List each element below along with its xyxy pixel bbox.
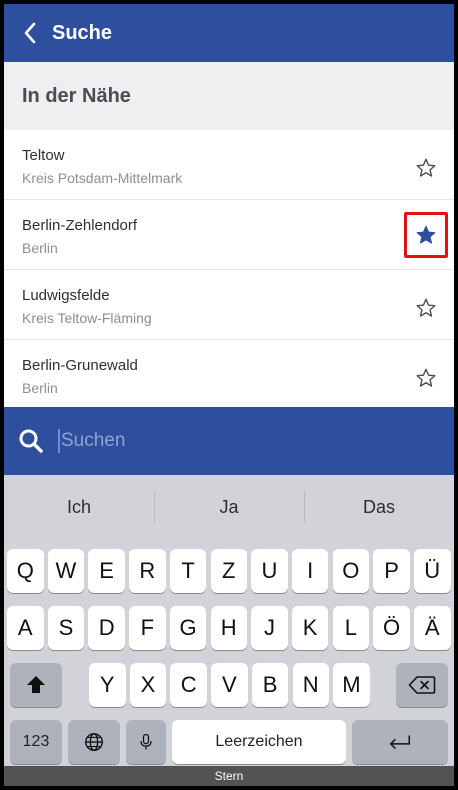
key-u[interactable]: U	[251, 549, 288, 593]
favorite-star-button[interactable]	[404, 212, 448, 258]
key-e[interactable]: E	[88, 549, 125, 593]
suggestion-item[interactable]: Ich	[4, 497, 154, 518]
return-key[interactable]	[352, 720, 448, 764]
key-s[interactable]: S	[47, 606, 85, 650]
star-outline-icon	[416, 368, 436, 387]
delete-key[interactable]	[396, 663, 448, 707]
key-j[interactable]: J	[251, 606, 288, 650]
suggestion-item[interactable]: Das	[304, 490, 454, 523]
key-row-4: 123 Leerzeichen	[4, 720, 454, 766]
onscreen-keyboard: Ich Ja Das QWERTZUIOPÜ ASDFGHJKLÖÄ YXCVB…	[4, 475, 454, 786]
caption-label: Stern	[4, 766, 454, 786]
place-name: Berlin-Grunewald	[22, 357, 138, 374]
key-i[interactable]: I	[291, 549, 329, 593]
key-n[interactable]: N	[292, 663, 329, 707]
place-name: Teltow	[22, 147, 65, 164]
place-name: Berlin-Zehlendorf	[22, 217, 138, 234]
backspace-icon	[408, 676, 436, 694]
chevron-left-icon	[24, 22, 36, 44]
list-item[interactable]: Teltow Kreis Potsdam-Mittelmark	[4, 130, 454, 200]
search-bar[interactable]	[4, 407, 454, 475]
key-c[interactable]: C	[170, 663, 207, 707]
key-row-1: QWERTZUIOPÜ	[4, 549, 454, 595]
star-outline-icon	[416, 298, 436, 317]
key-ü[interactable]: Ü	[414, 549, 451, 593]
section-header-nearby: In der Nähe	[4, 62, 454, 130]
key-v[interactable]: V	[211, 663, 248, 707]
key-b[interactable]: B	[251, 663, 289, 707]
search-input[interactable]	[61, 430, 361, 452]
page-title: Suche	[52, 21, 113, 44]
shift-key[interactable]	[10, 663, 62, 707]
key-row-2: ASDFGHJKLÖÄ	[4, 606, 454, 652]
suggestion-item[interactable]: Ja	[154, 490, 304, 523]
key-h[interactable]: H	[210, 606, 247, 650]
space-key[interactable]: Leerzeichen	[172, 720, 346, 764]
favorite-star-button[interactable]	[408, 360, 444, 396]
favorite-star-button[interactable]	[408, 290, 444, 326]
key-l[interactable]: L	[332, 606, 370, 650]
key-o[interactable]: O	[332, 549, 370, 593]
place-region: Berlin	[22, 240, 58, 256]
list-item[interactable]: Berlin-Zehlendorf Berlin	[4, 200, 454, 270]
microphone-icon	[140, 733, 152, 750]
key-z[interactable]: Z	[210, 549, 247, 593]
key-f[interactable]: F	[129, 606, 166, 650]
place-region: Berlin	[22, 380, 58, 396]
search-icon	[19, 429, 43, 453]
key-d[interactable]: D	[88, 606, 125, 650]
list-item[interactable]: Ludwigsfelde Kreis Teltow-Fläming	[4, 270, 454, 340]
place-region: Kreis Teltow-Fläming	[22, 310, 152, 326]
text-cursor	[58, 429, 60, 453]
star-outline-icon	[416, 158, 436, 177]
app-screen: Suche In der Nähe Teltow Kreis Potsdam-M…	[4, 4, 454, 786]
places-list: Teltow Kreis Potsdam-Mittelmark Berlin-Z…	[4, 130, 454, 410]
globe-key[interactable]	[68, 720, 120, 764]
key-k[interactable]: K	[291, 606, 329, 650]
return-icon	[389, 735, 411, 750]
numbers-key[interactable]: 123	[10, 720, 62, 764]
key-row-3: YXCVBNM	[4, 663, 454, 709]
key-x[interactable]: X	[129, 663, 167, 707]
key-q[interactable]: Q	[7, 549, 44, 593]
key-w[interactable]: W	[47, 549, 85, 593]
place-name: Ludwigsfelde	[22, 287, 110, 304]
keyboard-suggestions: Ich Ja Das	[4, 475, 454, 539]
key-m[interactable]: M	[333, 663, 370, 707]
star-filled-icon	[416, 225, 436, 244]
key-t[interactable]: T	[169, 549, 207, 593]
key-ö[interactable]: Ö	[373, 606, 410, 650]
shift-icon	[27, 676, 45, 693]
favorite-star-button[interactable]	[408, 150, 444, 186]
nav-header: Suche	[4, 4, 454, 62]
list-item[interactable]: Berlin-Grunewald Berlin	[4, 340, 454, 410]
key-ä[interactable]: Ä	[414, 606, 451, 650]
dictation-key[interactable]	[126, 720, 166, 764]
key-g[interactable]: G	[169, 606, 207, 650]
globe-icon	[85, 733, 103, 751]
back-button[interactable]	[4, 4, 48, 62]
key-r[interactable]: R	[129, 549, 166, 593]
key-p[interactable]: P	[373, 549, 410, 593]
place-region: Kreis Potsdam-Mittelmark	[22, 170, 183, 186]
key-a[interactable]: A	[7, 606, 44, 650]
key-y[interactable]: Y	[89, 663, 126, 707]
